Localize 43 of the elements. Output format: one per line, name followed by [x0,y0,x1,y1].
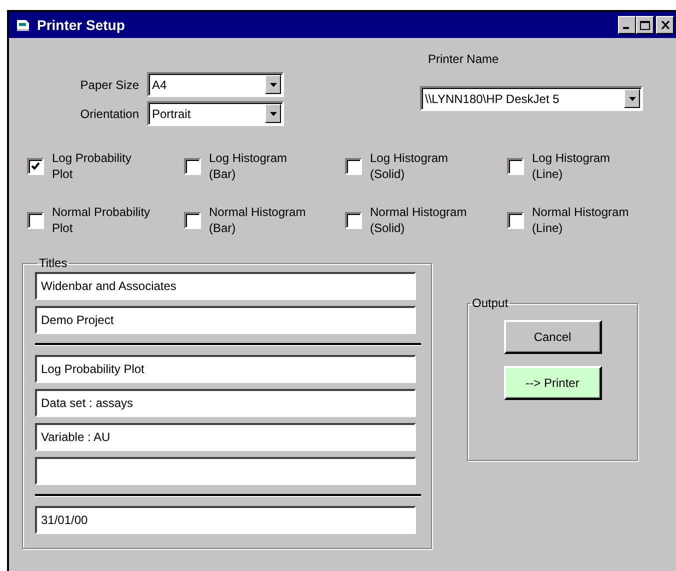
close-icon [660,21,670,29]
window-title: Printer Setup [37,17,126,33]
print-button[interactable]: --> Printer [504,366,602,400]
orientation-label: Orientation [79,106,139,120]
dropdown-arrow-icon [270,82,276,86]
checkbox-label: Log Histogram (Line) [532,150,612,182]
minimize-button[interactable] [618,16,636,34]
checkbox[interactable] [507,212,524,228]
dropdown-arrow-icon [270,112,276,116]
orientation-dropdown[interactable]: Portrait [147,101,284,126]
maximize-button[interactable] [636,16,654,34]
group-label: Titles [38,256,68,270]
checkbox[interactable] [27,212,44,228]
cancel-button[interactable]: Cancel [504,320,602,354]
checkbox-label: Normal Probability Plot [52,204,152,236]
maximize-icon [640,20,650,30]
checkbox-label: Log Probability Plot [52,150,132,182]
title-field[interactable]: Widenbar and Associates [35,272,416,300]
checkbox-label: Log Histogram (Bar) [209,150,288,182]
printer-name-label: Printer Name [428,52,500,66]
checkbox[interactable] [27,158,44,174]
checkbox[interactable] [345,158,362,174]
paper-size-dropdown[interactable]: A4 [147,72,284,97]
title-field[interactable] [35,457,416,485]
checkbox-label: Normal Histogram (Solid) [370,204,468,236]
title-field[interactable]: 31/01/00 [35,506,416,534]
title-field[interactable]: Variable : AU [35,423,416,451]
checkbox-label: Normal Histogram (Line) [532,204,630,236]
group-label: Output [471,296,510,310]
dropdown-arrow-icon [628,96,636,100]
checkbox[interactable] [184,212,201,228]
paper-size-label: Paper Size [79,78,139,92]
title-field[interactable]: Log Probability Plot [35,355,416,383]
title-field[interactable]: Demo Project [35,306,416,334]
checkbox-label: Normal Histogram (Bar) [209,204,307,236]
checkbox[interactable] [507,158,524,174]
checkbox[interactable] [345,212,362,228]
title-field[interactable]: Data set : assays [35,389,416,417]
close-button[interactable] [656,16,674,34]
checkbox-label: Log Histogram (Solid) [370,150,450,182]
printer-dropdown[interactable]: \\LYNN180\HP DeskJet 5 [420,86,643,111]
checkbox[interactable] [184,158,201,174]
checkmark-icon [31,162,40,170]
